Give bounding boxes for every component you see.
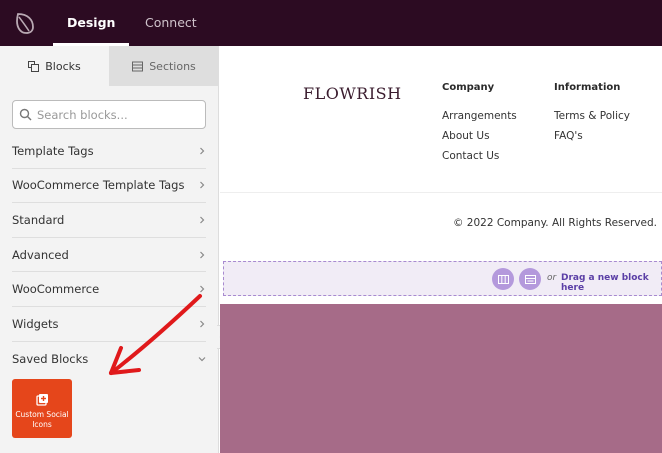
category-label: Standard xyxy=(12,212,65,227)
tab-blocks[interactable]: Blocks xyxy=(0,46,109,86)
category-standard[interactable]: Standard xyxy=(12,203,206,238)
page-canvas: FLOWRISH Company Arrangements About Us C… xyxy=(220,46,662,453)
chevron-right-icon xyxy=(200,285,205,293)
blocks-icon xyxy=(28,60,40,72)
chevron-down-icon xyxy=(198,357,206,362)
search-box xyxy=(12,100,206,129)
category-label: Widgets xyxy=(12,316,59,331)
category-woocommerce-template-tags[interactable]: WooCommerce Template Tags xyxy=(12,169,206,204)
drop-zone-drag-text: Drag a new block here xyxy=(561,273,649,293)
seedprod-logo-icon xyxy=(16,13,34,34)
search-input[interactable] xyxy=(37,107,197,122)
chevron-right-icon xyxy=(200,147,205,155)
tab-design[interactable]: Design xyxy=(52,0,131,46)
add-block-icon xyxy=(35,394,48,406)
tab-connect[interactable]: Connect xyxy=(145,0,197,46)
chevron-right-icon xyxy=(200,251,205,259)
category-label: WooCommerce xyxy=(12,282,100,297)
category-template-tags[interactable]: Template Tags xyxy=(12,134,206,169)
tab-sections-label: Sections xyxy=(149,59,196,73)
footer-heading-information: Information xyxy=(554,82,621,93)
category-advanced[interactable]: Advanced xyxy=(12,238,206,273)
saved-block-label: Custom Social Icons xyxy=(15,410,69,429)
sections-icon xyxy=(132,61,144,71)
footer-link-arrangements[interactable]: Arrangements xyxy=(442,110,517,122)
footer-heading-company: Company xyxy=(442,82,495,93)
footer-copyright: © 2022 Company. All Rights Reserved. xyxy=(452,217,657,229)
category-label: Advanced xyxy=(12,247,69,262)
chevron-right-icon xyxy=(200,216,205,224)
footer-link-terms-policy[interactable]: Terms & Policy xyxy=(554,110,630,122)
category-label: WooCommerce Template Tags xyxy=(12,178,185,193)
search-icon xyxy=(19,108,32,121)
category-saved-blocks[interactable]: Saved Blocks xyxy=(12,342,206,377)
footer-link-about-us[interactable]: About Us xyxy=(442,130,490,142)
category-label: Template Tags xyxy=(12,143,94,158)
footer-link-contact-us[interactable]: Contact Us xyxy=(442,150,499,162)
section-template-icon xyxy=(524,274,536,284)
drop-zone-or: or xyxy=(547,273,557,283)
columns-icon xyxy=(497,274,509,284)
footer-divider xyxy=(220,192,662,193)
category-label: Saved Blocks xyxy=(12,352,89,367)
tab-blocks-label: Blocks xyxy=(45,59,81,73)
top-bar: Design Connect xyxy=(0,0,662,46)
add-columns-button[interactable] xyxy=(492,268,514,290)
chevron-right-icon xyxy=(200,181,205,189)
saved-block-custom-social-icons[interactable]: Custom Social Icons xyxy=(12,379,72,438)
category-woocommerce[interactable]: WooCommerce xyxy=(12,272,206,307)
footer-link-faqs[interactable]: FAQ's xyxy=(554,130,583,142)
blocks-sidebar: Blocks Sections Template Tags WooCommerc… xyxy=(0,46,219,453)
footer-brand: FLOWRISH xyxy=(303,84,402,103)
add-section-button[interactable] xyxy=(519,268,541,290)
page-section[interactable] xyxy=(220,304,662,453)
category-widgets[interactable]: Widgets xyxy=(12,307,206,342)
chevron-right-icon xyxy=(200,320,205,328)
tab-sections[interactable]: Sections xyxy=(109,46,219,86)
block-drop-zone[interactable]: or Drag a new block here xyxy=(223,261,662,296)
